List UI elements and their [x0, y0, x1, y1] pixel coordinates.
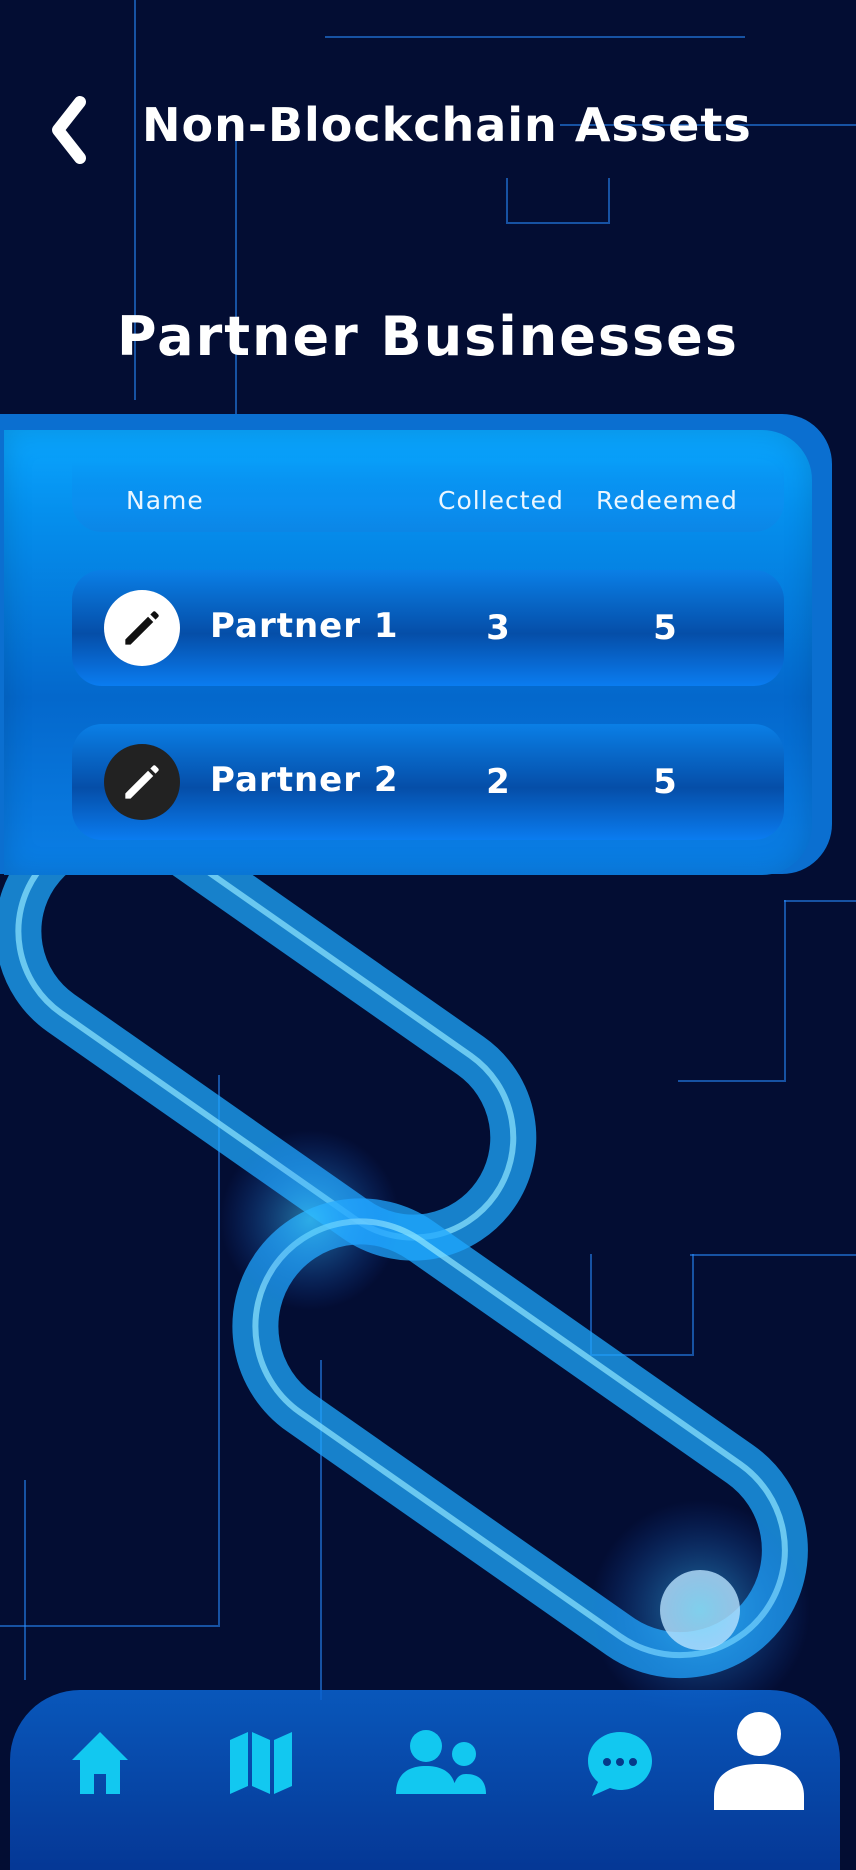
background: [0, 0, 856, 1852]
chain-illustration: [0, 840, 810, 1720]
chevron-left-icon: [52, 96, 86, 164]
edit-button[interactable]: [104, 590, 180, 666]
nav-chat[interactable]: [586, 1730, 654, 1798]
section-title: Partner Businesses: [117, 305, 739, 368]
edit-button[interactable]: [104, 744, 180, 820]
back-button[interactable]: [44, 92, 100, 168]
redeemed-value: 5: [653, 608, 677, 648]
nav-friends[interactable]: [392, 1728, 488, 1796]
table-row[interactable]: Partner 2 2 5: [72, 724, 784, 840]
friends-icon: [396, 1730, 486, 1794]
column-header-redeemed: Redeemed: [596, 486, 738, 515]
partner-name: Partner 1: [210, 606, 399, 646]
nav-profile[interactable]: [712, 1710, 806, 1812]
nav-home[interactable]: [70, 1730, 130, 1796]
map-icon: [230, 1732, 292, 1794]
page-title: Non-Blockchain Assets: [142, 98, 752, 152]
nav-map[interactable]: [228, 1728, 294, 1796]
column-header-collected: Collected: [438, 486, 564, 515]
collected-value: 3: [486, 608, 510, 648]
profile-icon: [714, 1712, 804, 1810]
home-icon: [72, 1732, 128, 1794]
table-row[interactable]: Partner 1 3 5: [72, 570, 784, 686]
redeemed-value: 5: [653, 762, 677, 802]
partner-name: Partner 2: [210, 760, 399, 800]
pencil-icon: [125, 765, 159, 799]
chat-icon: [588, 1732, 652, 1796]
collected-value: 2: [486, 762, 510, 802]
column-header-name: Name: [126, 486, 204, 515]
pencil-icon: [125, 611, 159, 645]
top-bar: Non-Blockchain Assets: [0, 80, 856, 180]
